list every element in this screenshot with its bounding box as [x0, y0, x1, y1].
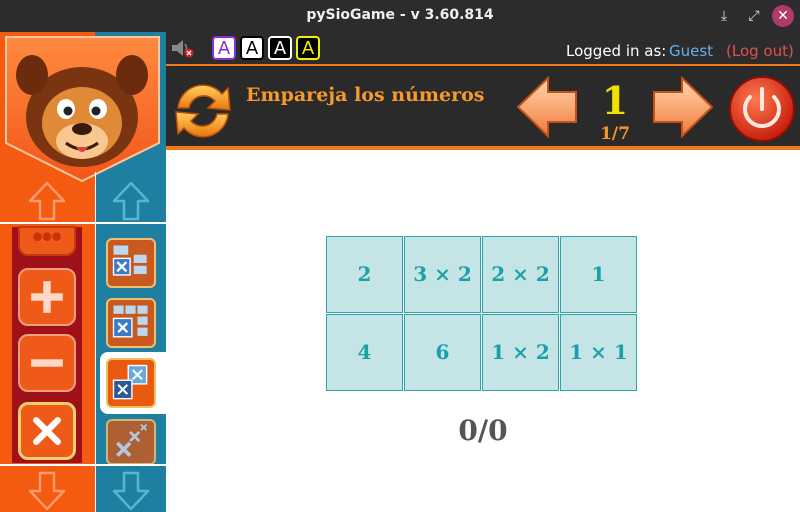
download-arrow-icon[interactable]: ⤓ [714, 6, 734, 26]
board-cell[interactable]: 3 × 2 [404, 236, 481, 313]
category-button-dots[interactable] [18, 226, 76, 256]
lion-logo[interactable] [2, 35, 163, 185]
sidebar-separator-top [0, 222, 166, 224]
close-icon[interactable]: ✕ [772, 5, 794, 27]
sidebar [0, 32, 166, 512]
font-style-white-button[interactable]: A [240, 36, 264, 60]
logout-link[interactable]: (Log out) [726, 42, 794, 60]
board-cell[interactable]: 1 × 2 [482, 314, 559, 391]
game-header-divider [166, 146, 800, 150]
sound-muted-icon[interactable] [170, 38, 194, 58]
previous-arrow-icon[interactable] [514, 74, 580, 140]
power-icon[interactable] [728, 75, 796, 143]
font-style-purple-button[interactable]: A [212, 36, 236, 60]
game-tile-match-numbers[interactable] [106, 358, 156, 408]
game-tile-multiplication-4[interactable] [106, 419, 156, 465]
level-number: 1 [601, 78, 629, 123]
game-board: 2 3 × 2 2 × 2 1 4 6 1 × 2 1 × 1 [326, 236, 638, 392]
sidebar-separator-bottom [0, 464, 166, 466]
font-style-yellow-button[interactable]: A [296, 36, 320, 60]
score-counter: 0/0 [458, 414, 508, 447]
window-titlebar: pySioGame - v 3.60.814 ⤓ ⤢ ✕ [0, 0, 800, 32]
board-cell[interactable]: 6 [404, 314, 481, 391]
window-title: pySioGame - v 3.60.814 [306, 7, 494, 23]
matching-icon [112, 364, 148, 400]
info-bar: A A A A Logged in as: Guest (Log out) [166, 32, 800, 64]
category-scroll-down-icon[interactable] [26, 470, 68, 512]
multiplication-category-button[interactable] [18, 402, 76, 460]
refresh-icon[interactable] [170, 78, 236, 144]
game-header: Empareja los números 1 1/7 [166, 66, 800, 150]
logged-in-label: Logged in as: [566, 42, 667, 60]
minus-icon [31, 359, 63, 367]
next-arrow-icon[interactable] [650, 74, 716, 140]
board-cell[interactable]: 4 [326, 314, 403, 391]
game-tile-multiplication-1[interactable] [106, 238, 156, 288]
level-progress: 1/7 [600, 124, 630, 144]
game-title: Empareja los números [246, 84, 485, 106]
plus-icon [31, 281, 63, 313]
game-tile-multiplication-2[interactable] [106, 298, 156, 348]
multiply-icon [33, 417, 61, 445]
board-cell[interactable]: 2 [326, 236, 403, 313]
font-style-black-button[interactable]: A [268, 36, 292, 60]
user-name[interactable]: Guest [669, 42, 713, 60]
board-cell[interactable]: 2 × 2 [482, 236, 559, 313]
addition-category-button[interactable] [18, 268, 76, 326]
game-scroll-up-icon[interactable] [110, 180, 152, 222]
expand-icon[interactable]: ⤢ [744, 6, 764, 26]
game-scroll-down-icon[interactable] [110, 470, 152, 512]
category-scroll-up-icon[interactable] [26, 180, 68, 222]
multiplication-table-icon [112, 245, 147, 276]
subtraction-category-button[interactable] [18, 334, 76, 392]
board-cell[interactable]: 1 × 1 [560, 314, 637, 391]
board-cell[interactable]: 1 [560, 236, 637, 313]
multiplication-grid-icon [112, 305, 148, 338]
multiply-symbols-icon [116, 424, 148, 457]
